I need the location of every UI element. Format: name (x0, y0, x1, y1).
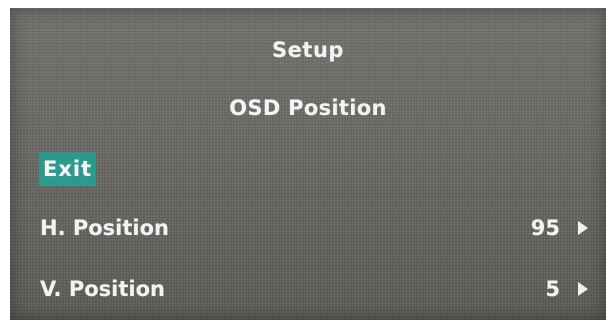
v-position-row[interactable]: V. Position 5 (40, 274, 590, 304)
exit-menu-item[interactable]: Exit (39, 152, 97, 186)
h-position-value: 95 (530, 216, 560, 240)
h-position-label: H. Position (40, 216, 169, 240)
arrow-right-icon[interactable] (578, 282, 588, 296)
h-position-row[interactable]: H. Position 95 (40, 213, 590, 243)
arrow-right-icon[interactable] (578, 221, 588, 235)
v-position-label: V. Position (40, 277, 165, 301)
submenu-title: OSD Position (229, 96, 387, 120)
menu-title: Setup (272, 38, 344, 62)
osd-menu-panel: Setup OSD Position Exit H. Position 95 V… (10, 8, 606, 320)
v-position-value: 5 (545, 277, 560, 301)
